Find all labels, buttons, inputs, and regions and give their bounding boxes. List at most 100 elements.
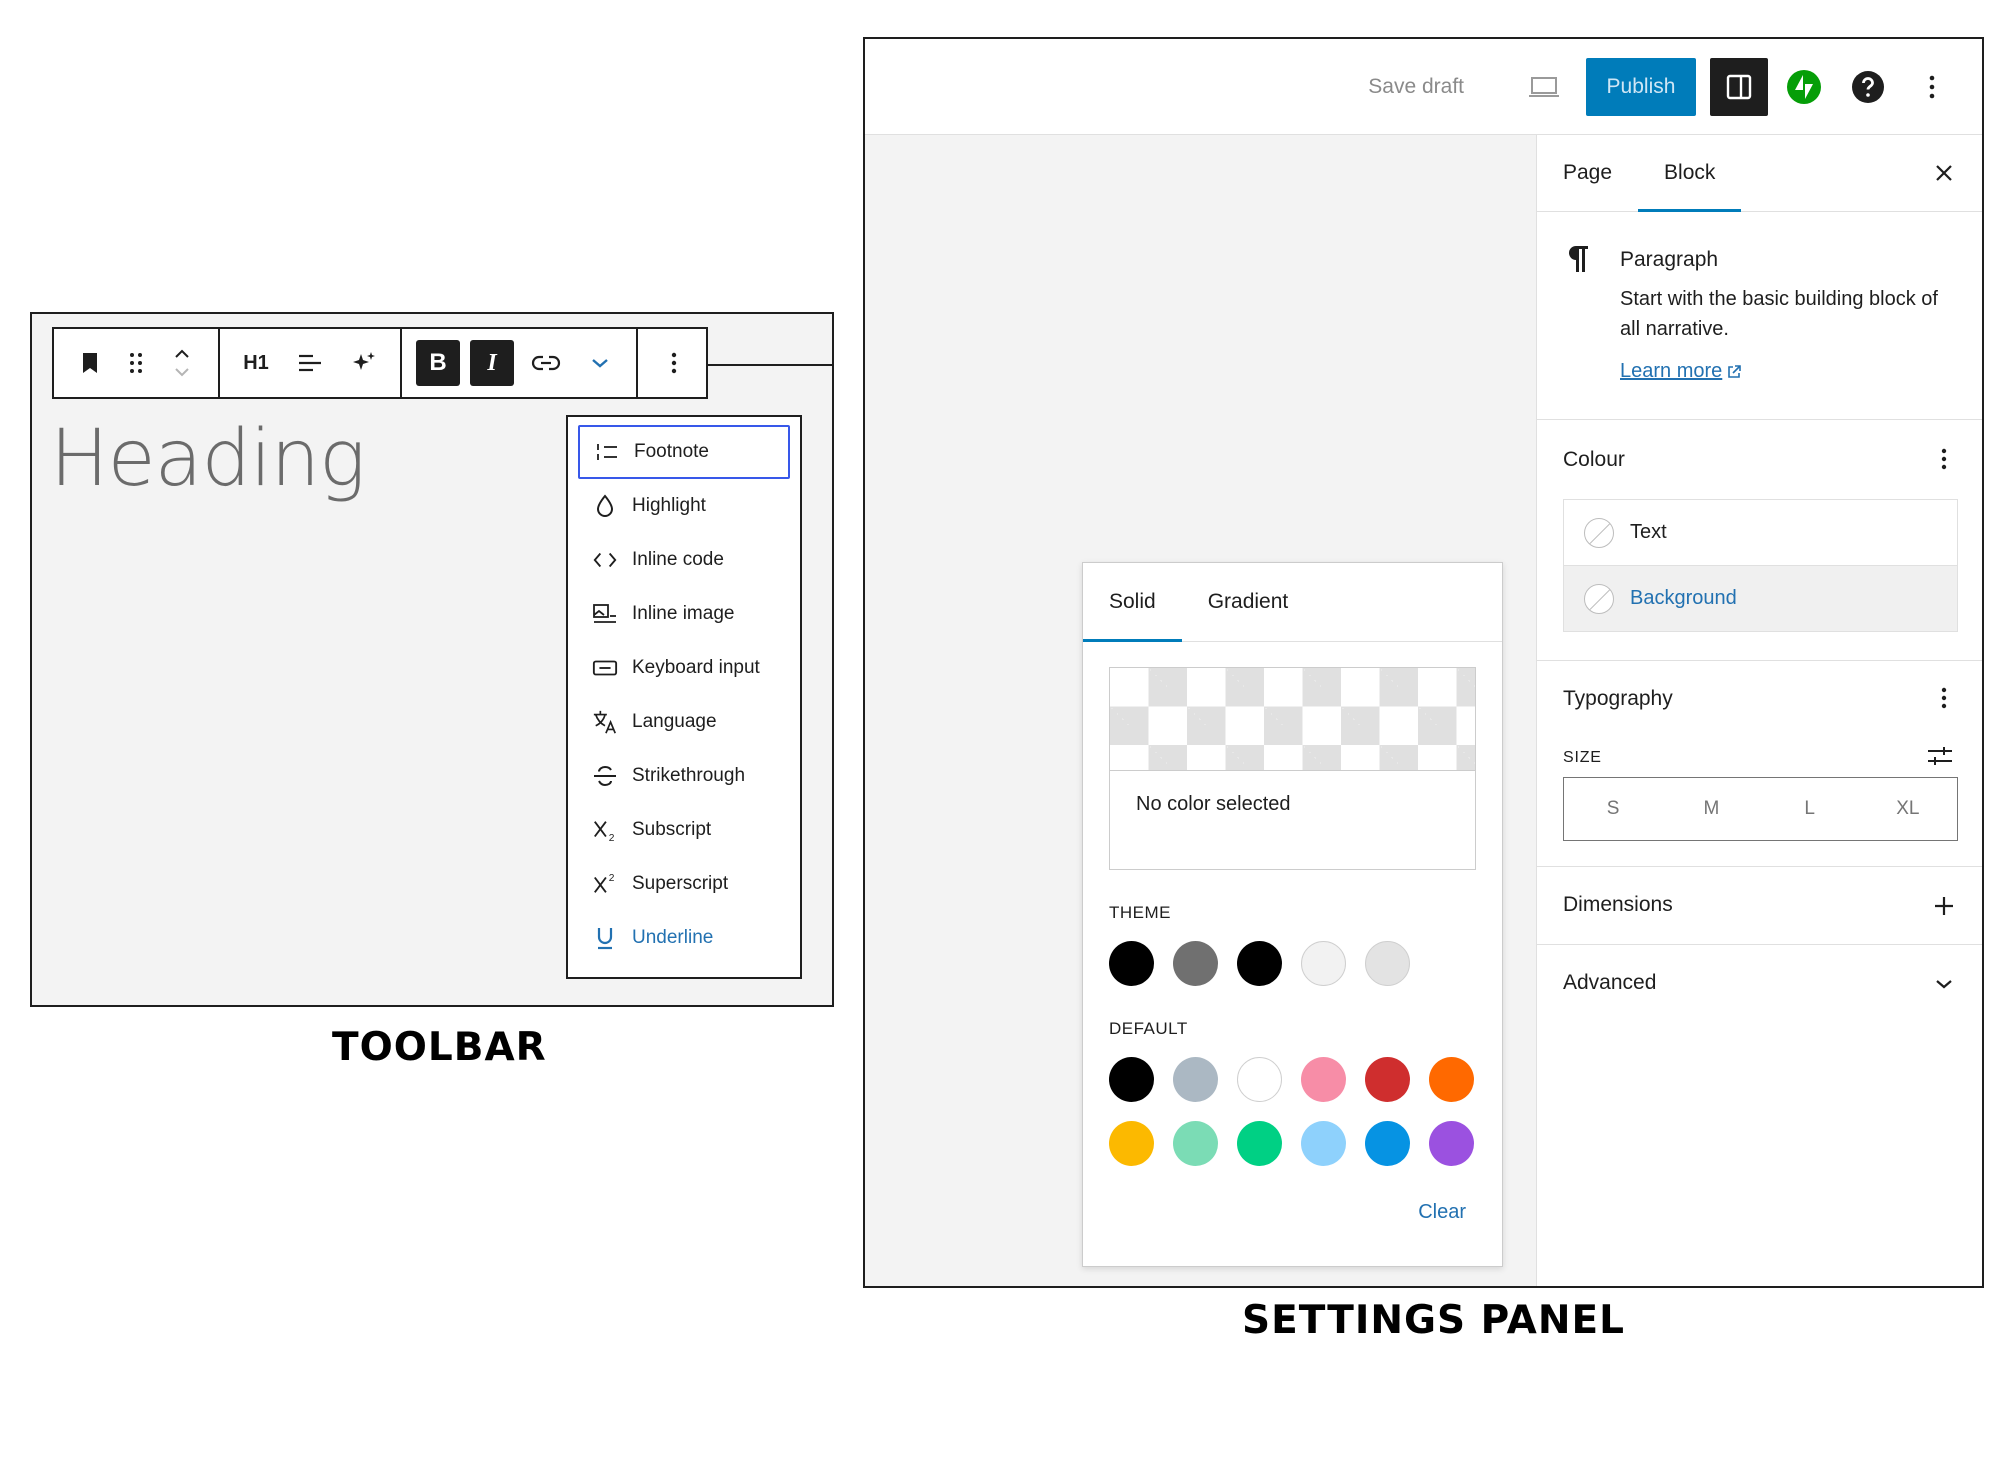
menu-item-language[interactable]: Language: [578, 695, 790, 749]
save-draft-button[interactable]: Save draft: [1368, 75, 1464, 99]
menu-item-label: Keyboard input: [632, 657, 760, 678]
drag-handle-icon[interactable]: [122, 340, 150, 386]
bookmark-icon[interactable]: [68, 340, 112, 386]
clear-button[interactable]: Clear: [1418, 1201, 1466, 1224]
color-picker-popover: Solid Gradient No color selected THEME D…: [1082, 562, 1503, 1267]
color-swatch[interactable]: [1429, 1121, 1474, 1166]
custom-size-icon[interactable]: [1926, 744, 1954, 768]
tab-page[interactable]: Page: [1537, 135, 1638, 211]
more-options-icon[interactable]: [652, 340, 696, 386]
settings-sidebar: Page Block Paragraph Start with the basi…: [1536, 135, 1982, 1286]
color-swatch[interactable]: [1173, 1121, 1218, 1166]
sidebar-tabs: Page Block: [1537, 135, 1982, 212]
preview-icon[interactable]: [1516, 59, 1572, 115]
menu-item-label: Language: [632, 711, 717, 732]
color-swatch[interactable]: [1237, 1121, 1282, 1166]
settings-sidebar-icon[interactable]: [1710, 57, 1768, 116]
colour-item-background[interactable]: Background: [1564, 565, 1957, 631]
chevron-down-icon[interactable]: [1932, 969, 1956, 999]
color-swatch[interactable]: [1109, 1057, 1154, 1102]
typography-options-icon[interactable]: [1932, 683, 1956, 713]
theme-swatches: [1109, 941, 1410, 986]
color-swatch[interactable]: [1301, 941, 1346, 986]
empty-color-indicator: [1584, 517, 1614, 548]
size-option-l[interactable]: L: [1761, 778, 1859, 840]
menu-item-keyboard-input[interactable]: Keyboard input: [578, 641, 790, 695]
menu-item-footnote[interactable]: Footnote: [578, 425, 790, 479]
menu-item-subscript[interactable]: 2 Subscript: [578, 803, 790, 857]
color-preview[interactable]: No color selected: [1109, 667, 1476, 870]
empty-color-indicator: [1584, 583, 1614, 614]
color-swatch[interactable]: [1365, 1121, 1410, 1166]
menu-item-strikethrough[interactable]: Strikethrough: [578, 749, 790, 803]
tab-gradient[interactable]: Gradient: [1182, 563, 1315, 641]
menu-item-superscript[interactable]: 2 Superscript: [578, 857, 790, 911]
colour-item-label: Text: [1630, 521, 1667, 543]
size-option-s[interactable]: S: [1564, 778, 1662, 840]
colour-options-icon[interactable]: [1932, 444, 1956, 474]
language-icon: [592, 709, 618, 735]
svg-text:2: 2: [609, 833, 615, 843]
colour-title[interactable]: Colour: [1563, 448, 1625, 472]
heading-block[interactable]: Heading: [50, 414, 366, 504]
align-left-icon[interactable]: [288, 340, 332, 386]
chevron-down-icon[interactable]: [578, 340, 622, 386]
size-option-xl[interactable]: XL: [1859, 778, 1957, 840]
typography-title[interactable]: Typography: [1563, 687, 1673, 711]
color-swatch[interactable]: [1301, 1121, 1346, 1166]
footnote-icon: [594, 439, 620, 465]
color-swatch[interactable]: [1429, 1057, 1474, 1102]
theme-label: THEME: [1109, 903, 1171, 922]
advanced-title[interactable]: Advanced: [1563, 971, 1656, 995]
menu-item-label: Footnote: [634, 441, 709, 462]
default-swatches-row: [1109, 1121, 1474, 1166]
learn-more-link[interactable]: Learn more: [1620, 360, 1742, 383]
color-swatch[interactable]: [1173, 1057, 1218, 1102]
color-swatch[interactable]: [1173, 941, 1218, 986]
menu-item-inline-code[interactable]: Inline code: [578, 533, 790, 587]
transparent-checkerboard: [1110, 668, 1475, 771]
block-tools-group: [54, 329, 220, 397]
jetpack-icon[interactable]: [1776, 59, 1832, 115]
menu-item-label: Highlight: [632, 495, 706, 516]
link-icon[interactable]: [524, 340, 568, 386]
italic-label: I: [487, 349, 497, 376]
close-icon[interactable]: [1928, 157, 1960, 189]
color-swatch[interactable]: [1365, 1057, 1410, 1102]
menu-item-label: Inline image: [632, 603, 735, 624]
color-swatch[interactable]: [1109, 1121, 1154, 1166]
learn-more-label: Learn more: [1620, 360, 1723, 382]
sparkle-icon[interactable]: [342, 340, 386, 386]
bold-button[interactable]: B: [416, 340, 460, 386]
superscript-icon: 2: [592, 871, 618, 897]
color-swatch[interactable]: [1237, 1057, 1282, 1102]
color-swatch[interactable]: [1237, 941, 1282, 986]
menu-item-label: Strikethrough: [632, 765, 746, 786]
move-up-down-icon[interactable]: [160, 340, 204, 386]
subscript-icon: 2: [592, 817, 618, 843]
settings-caption: SETTINGS PANEL: [1242, 1298, 1625, 1343]
publish-button[interactable]: Publish: [1586, 57, 1696, 116]
block-title: Paragraph: [1620, 248, 1719, 271]
heading-level-button[interactable]: H1: [234, 340, 278, 386]
options-icon[interactable]: [1904, 59, 1960, 115]
plus-icon[interactable]: [1932, 891, 1956, 921]
italic-button[interactable]: I: [470, 340, 514, 386]
color-swatch[interactable]: [1365, 941, 1410, 986]
advanced-panel: Advanced: [1537, 945, 1982, 1022]
dimensions-title[interactable]: Dimensions: [1563, 893, 1673, 917]
color-swatch[interactable]: [1109, 941, 1154, 986]
size-option-m[interactable]: M: [1662, 778, 1760, 840]
menu-item-highlight[interactable]: Highlight: [578, 479, 790, 533]
size-label: SIZE: [1563, 749, 1602, 766]
colour-item-text[interactable]: Text: [1564, 500, 1957, 565]
color-swatch[interactable]: [1301, 1057, 1346, 1102]
tab-solid[interactable]: Solid: [1083, 563, 1182, 642]
dimensions-panel: Dimensions: [1537, 867, 1982, 945]
colour-panel: Colour Text Background: [1537, 420, 1982, 661]
help-icon[interactable]: [1840, 59, 1896, 115]
menu-item-inline-image[interactable]: Inline image: [578, 587, 790, 641]
menu-item-underline[interactable]: Underline: [578, 911, 790, 965]
tab-block[interactable]: Block: [1638, 135, 1742, 212]
editor-header: Save draft Publish: [865, 39, 1982, 135]
